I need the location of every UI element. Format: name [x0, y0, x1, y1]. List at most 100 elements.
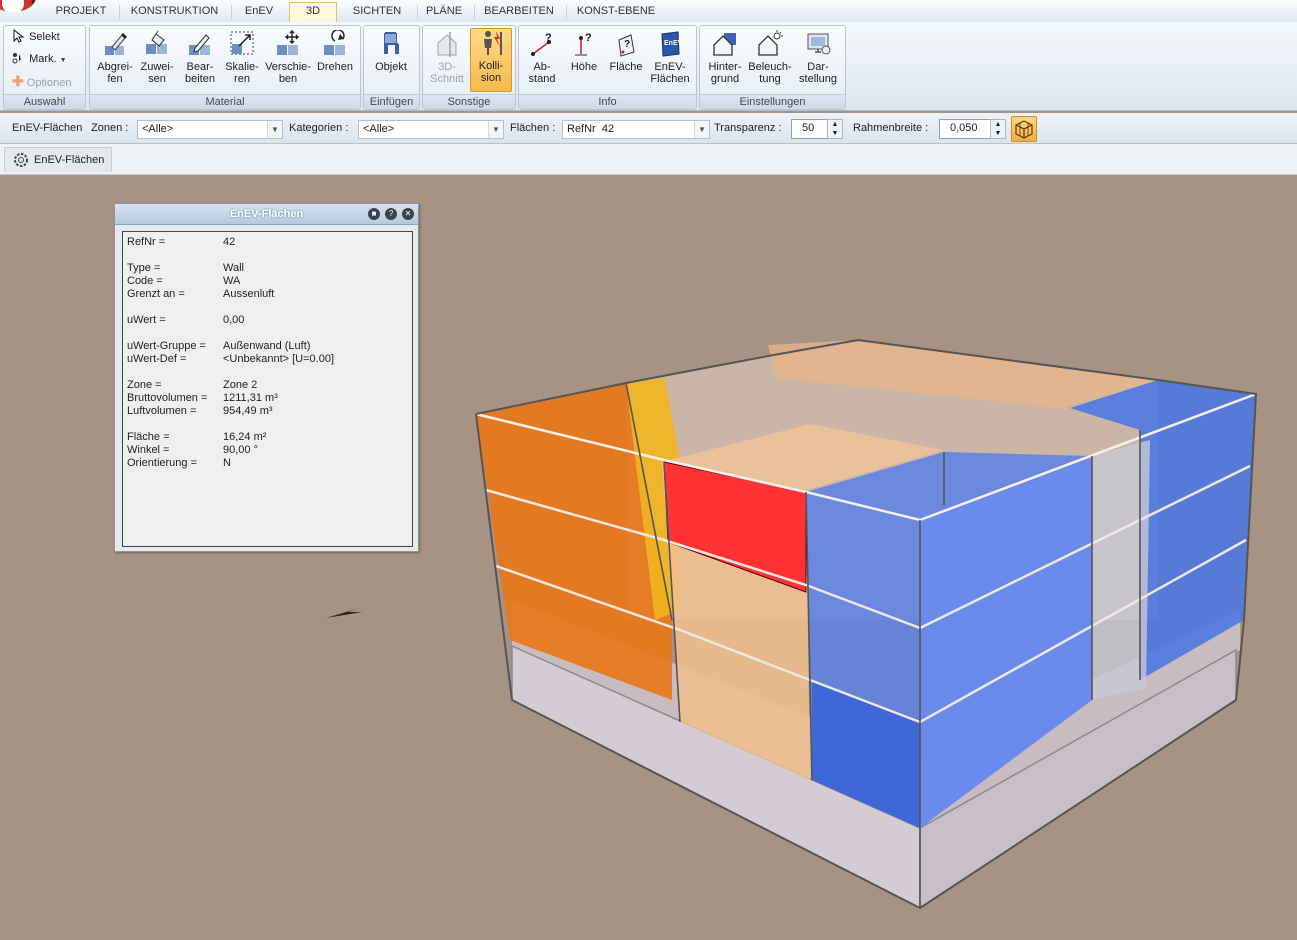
info-value: 16,24 m² [223, 431, 267, 443]
svg-text:?: ? [585, 32, 592, 44]
spin-updown-icon[interactable]: ▲ ▼ [827, 119, 843, 139]
skalieren-label-1: Skalie- [225, 61, 259, 73]
verschieben-label-2: ben [278, 73, 298, 85]
abgreifen-button[interactable]: Abgrei- fen [94, 30, 136, 85]
spin-updown-icon[interactable]: ▲ ▼ [990, 119, 1006, 139]
close-icon[interactable]: ✕ [402, 208, 414, 220]
svg-text:EnEV: EnEV [664, 40, 683, 47]
flaeche-label: Fläche [609, 61, 643, 73]
group-label-info: Info [519, 94, 696, 109]
north-arrow-icon [326, 608, 362, 618]
skalieren-button[interactable]: Skalie- ren [223, 30, 261, 85]
zonen-value: <Alle> [142, 123, 174, 135]
enev-flaechen-label-2: Flächen [650, 73, 690, 85]
drehen-label: Drehen [316, 61, 354, 73]
beleuchtung-label-1: Beleuch- [748, 61, 792, 73]
info-value: Aussenluft [223, 288, 275, 300]
info-value: 90,00 ° [223, 444, 258, 456]
darstellung-label-2: stellung [799, 73, 837, 85]
verschieben-button[interactable]: Verschie- ben [264, 30, 312, 85]
zuweisen-label-1: Zuwei- [140, 61, 174, 73]
tab-3d[interactable]: 3D [289, 2, 337, 22]
enev-flaechen-label-1: EnEV- [654, 61, 686, 73]
abstand-label-1: Ab- [533, 61, 551, 73]
3d-schnitt-button[interactable]: 3D- Schnitt [426, 30, 468, 85]
bearbeiten-label-2: beiten [185, 73, 215, 85]
tab-konst-ebene[interactable]: KONST-EBENE [568, 3, 664, 22]
distance-icon: ? [531, 32, 552, 56]
chair-icon [384, 32, 399, 54]
application-menu-button[interactable] [0, 0, 36, 12]
doc-tab-enev-flaechen[interactable]: EnEV-Flächen [4, 147, 112, 172]
zuweisen-label-2: sen [148, 73, 166, 85]
hintergrund-button[interactable]: Hinter- grund [703, 30, 747, 85]
enev-flaechen-panel[interactable]: EnEV-Flächen ■ ? ✕ RefNr = 42 Type = Wall … [114, 203, 419, 552]
panel-info-body: RefNr = 42 Type = Wall Code = WA Grenzt an … [122, 231, 413, 547]
kategorien-select[interactable]: <Alle> ▼ [358, 120, 504, 139]
abgreifen-label-2: fen [107, 73, 123, 85]
wireframe-toggle-button[interactable] [1011, 116, 1037, 142]
tab-konstruktion[interactable]: KONSTRUKTION [122, 3, 227, 22]
enev-flaechen-button[interactable]: EnEV EnEV- Flächen [647, 30, 693, 85]
tab-separator [417, 5, 418, 19]
chevron-down-icon[interactable]: ▼ [694, 121, 709, 138]
flaeche-button[interactable]: ? Fläche [605, 30, 647, 73]
mark-button[interactable]: Mark. ▼ [12, 50, 67, 68]
chevron-down-icon[interactable]: ▼ [488, 121, 503, 138]
svg-text:?: ? [624, 39, 630, 50]
tab-bearbeiten[interactable]: BEARBEITEN [476, 3, 562, 22]
optionen-button[interactable]: ✚ Optionen [12, 72, 71, 90]
transparenz-input[interactable]: 50 ▲ ▼ [791, 119, 843, 139]
tab-plaene[interactable]: PLÄNE [419, 3, 469, 22]
bearbeiten-label-1: Bear- [186, 61, 214, 73]
objekt-button[interactable]: Objekt [370, 30, 412, 73]
abgreifen-label-1: Abgrei- [97, 61, 133, 73]
hoehe-button[interactable]: ? Höhe [565, 30, 603, 73]
3d-schnitt-label-1: 3D- [438, 61, 456, 73]
tab-separator [231, 5, 232, 19]
transparenz-value: 50 [802, 122, 815, 134]
zonen-label: Zonen : [91, 122, 129, 134]
pencil-icon [189, 34, 210, 55]
kategorien-label: Kategorien : [289, 122, 349, 134]
lighting-house-icon [758, 30, 783, 56]
doc-tab-label: EnEV-Flächen [34, 154, 105, 166]
hoehe-label: Höhe [570, 61, 598, 73]
chevron-down-icon[interactable]: ▼ [267, 121, 282, 138]
kollision-label-2: sion [480, 72, 502, 84]
info-value: WA [223, 275, 241, 287]
ribbon-tab-bar: PROJEKT KONSTRUKTION EnEV 3D SICHTEN PLÄ… [0, 0, 1297, 23]
darstellung-button[interactable]: Dar- stellung [795, 30, 841, 85]
zuweisen-button[interactable]: Zuwei- sen [138, 30, 176, 85]
info-key: RefNr = [127, 236, 166, 248]
collision-person-icon [484, 31, 502, 55]
info-value: 954,49 m³ [223, 405, 273, 417]
bearbeiten-button[interactable]: Bear- beiten [180, 30, 220, 85]
selekt-button[interactable]: Selekt [12, 28, 60, 46]
info-key: Luftvolumen = [127, 405, 197, 417]
eyedropper-icon [105, 32, 128, 55]
help-icon[interactable]: ? [385, 208, 397, 220]
group-label-auswahl: Auswahl [4, 94, 85, 109]
area-icon: ? [618, 34, 635, 57]
rahmenbreite-input[interactable]: 0,050 ▲ ▼ [939, 119, 1006, 139]
info-key: Zone = [127, 379, 162, 391]
drehen-button[interactable]: Drehen [314, 30, 356, 73]
tab-sichten[interactable]: SICHTEN [342, 3, 412, 22]
zonen-select[interactable]: <Alle> ▼ [137, 120, 283, 139]
tab-projekt[interactable]: PROJEKT [47, 3, 115, 22]
flaechen-select[interactable]: RefNr 42 ▼ [562, 120, 710, 139]
rahmenbreite-value: 0,050 [950, 122, 978, 134]
enev-options-bar: EnEV-Flächen Zonen : <Alle> ▼ Kategorien… [0, 113, 1297, 144]
wireframe-cube-icon [1015, 120, 1033, 139]
info-key: uWert = [127, 314, 166, 326]
info-value: <Unbekannt> [U=0.00] [223, 353, 334, 365]
kollision-button[interactable]: Kolli- sion [470, 28, 512, 92]
pin-icon[interactable]: ■ [368, 208, 380, 220]
background-house-icon [713, 33, 736, 56]
abstand-button[interactable]: ? Ab- stand [521, 30, 563, 85]
tab-separator [566, 5, 567, 19]
beleuchtung-button[interactable]: Beleuch- tung [748, 30, 792, 85]
tab-enev[interactable]: EnEV [234, 3, 284, 22]
beleuchtung-label-2: tung [759, 73, 781, 85]
